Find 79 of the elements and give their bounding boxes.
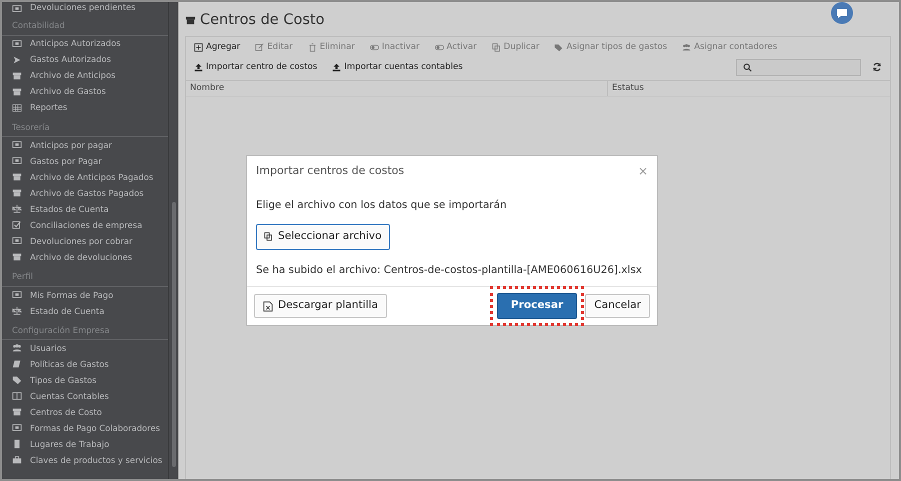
sidebar-item[interactable]: Archivo de Gastos xyxy=(30,85,106,98)
box-icon xyxy=(185,15,196,26)
sidebar-item[interactable]: Archivo de Gastos Pagados xyxy=(30,186,144,200)
tag-icon xyxy=(554,42,564,52)
sidebar-item[interactable]: Tipos de Gastos xyxy=(30,374,97,387)
sidebar-item[interactable]: Usuarios xyxy=(30,342,66,355)
instruction-text: Elige el archivo con los datos que se importarán xyxy=(256,198,508,213)
sidebar-item[interactable]: Archivo de devoluciones xyxy=(30,250,132,264)
scrollbar-thumb[interactable] xyxy=(172,202,176,467)
download-template-button[interactable]: Descargar plantilla xyxy=(254,294,387,318)
sidebar-item[interactable]: Anticipos Autorizados xyxy=(30,37,121,50)
page-title: Centros de Costo xyxy=(200,11,324,30)
sidebar-item[interactable]: Estados de Cuenta xyxy=(30,202,109,216)
cancel-button[interactable]: Cancelar xyxy=(585,294,650,318)
box-icon xyxy=(12,86,22,97)
toolbar-button[interactable]: Agregar xyxy=(194,40,240,54)
card-icon xyxy=(12,423,22,434)
plane-icon xyxy=(12,54,22,65)
search-icon xyxy=(743,62,752,72)
sidebar-item[interactable]: Conciliaciones de empresa xyxy=(30,218,142,232)
book-icon xyxy=(12,391,22,402)
scale-icon xyxy=(12,306,22,316)
briefcase-icon xyxy=(12,455,22,466)
sidebar-item[interactable]: Claves de productos y servicios xyxy=(30,454,162,467)
excel-file-icon xyxy=(263,300,273,312)
select-file-button[interactable]: Seleccionar archivo xyxy=(256,224,390,250)
trash-icon xyxy=(308,42,317,52)
upload-icon xyxy=(332,62,342,72)
sidebar-item[interactable]: Estado de Cuenta xyxy=(30,304,104,318)
process-button[interactable]: Procesar xyxy=(496,293,578,319)
card-icon xyxy=(12,156,22,166)
sidebar-item[interactable]: Anticipos por pagar xyxy=(30,138,112,152)
sidebar-item[interactable]: Gastos por Pagar xyxy=(30,154,102,168)
upload-icon xyxy=(194,62,203,72)
card-icon xyxy=(12,38,22,49)
box-icon xyxy=(12,70,22,81)
card-icon xyxy=(12,4,22,14)
toggle-icon xyxy=(434,42,444,52)
grid-icon xyxy=(12,102,22,113)
sidebar-item[interactable]: Centros de Costo xyxy=(30,406,102,419)
sidebar-item[interactable]: Devoluciones por cobrar xyxy=(30,234,132,248)
toolbar-button[interactable]: Importar cuentas contables xyxy=(332,60,463,74)
plus-square-icon xyxy=(194,42,203,52)
building-icon xyxy=(12,439,22,450)
box-icon xyxy=(12,407,22,418)
box-icon xyxy=(12,252,22,262)
edit-icon xyxy=(255,42,264,52)
uploaded-file-text: Se ha subido el archivo: Centros-de-costos-plantilla-[AME060616U26].xlsx xyxy=(256,262,643,278)
sidebar-item[interactable]: Políticas de Gastos xyxy=(30,358,109,371)
column-header: Nombre xyxy=(186,80,608,96)
sidebar-item[interactable]: Gastos Autorizados xyxy=(30,53,111,66)
card-icon xyxy=(12,140,22,150)
refresh-icon[interactable] xyxy=(872,62,882,72)
users-icon xyxy=(12,343,22,354)
card-icon xyxy=(12,290,22,300)
card-icon xyxy=(12,236,22,246)
column-header: Estatus xyxy=(611,82,645,95)
sidebar-item[interactable]: Formas de Pago Colaboradores xyxy=(30,422,160,435)
users-icon xyxy=(682,42,692,52)
sidebar-item[interactable]: Archivo de Anticipos xyxy=(30,69,116,82)
sidebar-item[interactable]: Lugares de Trabajo xyxy=(30,438,110,451)
checkbox-icon xyxy=(12,220,22,230)
close-button[interactable]: × xyxy=(638,162,648,180)
modal-title: Importar centros de costos xyxy=(256,162,404,179)
scale-icon xyxy=(12,204,22,214)
search-field[interactable] xyxy=(736,58,861,76)
box-icon xyxy=(12,172,22,182)
sidebar-item[interactable]: Devoluciones pendientes xyxy=(30,2,136,14)
chat-bubble-icon[interactable] xyxy=(831,2,853,24)
box-icon xyxy=(12,188,22,198)
toggle-icon xyxy=(370,42,379,52)
sidebar-item[interactable]: Archivo de Anticipos Pagados xyxy=(30,170,154,184)
copy-icon xyxy=(492,42,501,52)
sidebar-item[interactable]: Mis Formas de Pago xyxy=(30,288,114,302)
copy-icon xyxy=(264,232,273,242)
toolbar-button[interactable]: Importar centro de costos xyxy=(194,60,318,74)
sidebar-item[interactable]: Cuentas Contables xyxy=(30,390,109,403)
tag-icon xyxy=(12,375,22,386)
sidebar-item[interactable]: Reportes xyxy=(30,101,68,114)
